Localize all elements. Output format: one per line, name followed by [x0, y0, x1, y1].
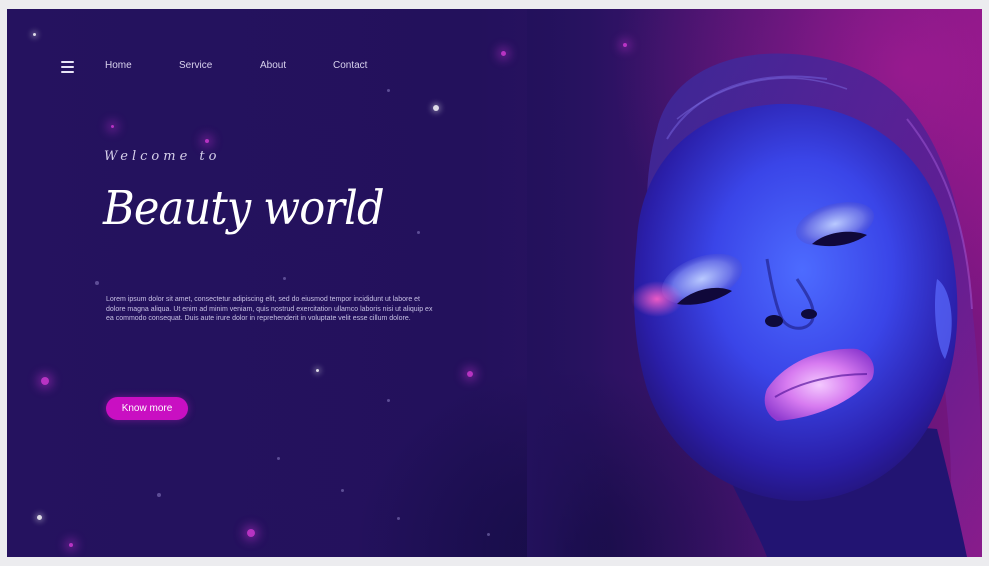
sparkle: [487, 533, 490, 536]
sparkle: [433, 105, 439, 111]
sparkle: [69, 543, 73, 547]
sparkle: [37, 515, 42, 520]
sparkle: [387, 89, 390, 92]
sparkle: [95, 281, 99, 285]
welcome-text: Welcome to: [104, 149, 221, 164]
sparkle: [247, 529, 255, 537]
know-more-button[interactable]: Know more: [106, 397, 188, 420]
sparkle: [283, 277, 286, 280]
sparkle: [33, 33, 36, 36]
sparkle: [417, 231, 420, 234]
sparkle: [467, 371, 473, 377]
nav-about[interactable]: About: [260, 60, 286, 71]
sparkle: [501, 51, 506, 56]
sparkle: [397, 517, 400, 520]
hamburger-menu-icon[interactable]: [61, 61, 74, 73]
nav-service[interactable]: Service: [179, 60, 212, 71]
sparkle: [341, 489, 344, 492]
hero-description: Lorem ipsum dolor sit amet, consectetur …: [106, 296, 433, 322]
top-nav: [61, 59, 74, 75]
landing-page: Home Service About Contact Welcome to Be…: [7, 9, 982, 557]
sparkle: [41, 377, 49, 385]
sparkle: [111, 125, 114, 128]
nav-contact[interactable]: Contact: [333, 60, 367, 71]
sparkle: [157, 493, 161, 497]
sparkle: [277, 457, 280, 460]
nav-home[interactable]: Home: [105, 60, 132, 71]
sparkle: [205, 139, 209, 143]
hero-headline: Beauty world: [103, 181, 385, 236]
sparkle: [316, 369, 319, 372]
model-portrait-image: [527, 9, 982, 557]
sparkle: [387, 399, 390, 402]
